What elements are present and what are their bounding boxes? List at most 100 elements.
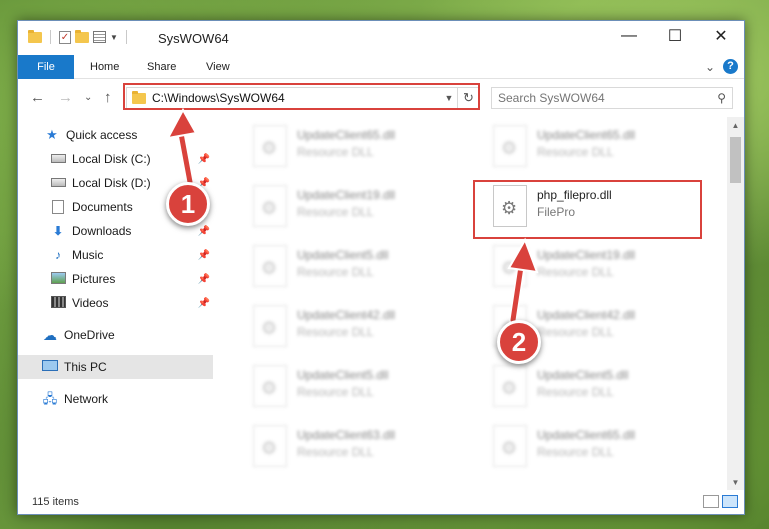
search-box[interactable]: ⚲ bbox=[491, 87, 733, 109]
network-icon: 🖧 bbox=[42, 391, 58, 406]
tab-view[interactable]: View bbox=[192, 55, 244, 79]
file-type: Resource DLL bbox=[537, 385, 614, 399]
target-file-highlight bbox=[473, 180, 702, 239]
search-icon[interactable]: ⚲ bbox=[717, 91, 726, 105]
separator bbox=[125, 30, 127, 44]
sidebar-item-quick-access[interactable]: ★ Quick access bbox=[18, 123, 213, 147]
back-arrow-icon[interactable]: ← bbox=[30, 89, 45, 106]
callout-step-2: 2 bbox=[497, 320, 541, 364]
vertical-scrollbar[interactable]: ▲ ▼ bbox=[727, 117, 744, 491]
close-button[interactable]: ✕ bbox=[698, 21, 744, 51]
expand-ribbon-chevron-icon[interactable]: ⌄ bbox=[705, 60, 715, 74]
scroll-up-icon[interactable]: ▲ bbox=[727, 117, 744, 134]
document-icon bbox=[50, 200, 66, 214]
callout-step-1: 1 bbox=[166, 182, 210, 226]
dll-file-icon: ⚙ bbox=[253, 365, 287, 407]
file-name: UpdateClient19.dll bbox=[297, 188, 396, 202]
dll-file-icon: ⚙ bbox=[493, 245, 527, 287]
pin-icon[interactable]: 📌 bbox=[198, 298, 210, 309]
sidebar-item-this-pc[interactable]: This PC bbox=[18, 355, 213, 379]
dll-file-icon: ⚙ bbox=[253, 185, 287, 227]
file-name: UpdateClient19.dll bbox=[537, 248, 636, 262]
minimize-button[interactable]: — bbox=[606, 21, 652, 51]
separator bbox=[50, 30, 51, 44]
folder-icon bbox=[28, 29, 42, 43]
computer-icon bbox=[42, 360, 58, 374]
file-type: Resource DLL bbox=[297, 265, 374, 279]
pin-icon[interactable]: 📌 bbox=[198, 274, 210, 285]
sidebar-item-label: Pictures bbox=[72, 272, 116, 286]
star-icon: ★ bbox=[46, 127, 58, 142]
item-count: 115 items bbox=[32, 496, 79, 508]
list-item[interactable]: ⚙ UpdateClient5.dll Resource DLL bbox=[243, 243, 473, 295]
status-bar: 115 items bbox=[18, 490, 744, 514]
details-view-icon[interactable] bbox=[703, 495, 719, 508]
dll-file-icon: ⚙ bbox=[253, 245, 287, 287]
list-item[interactable]: ⚙ UpdateClient65.dll Resource DLL bbox=[483, 123, 713, 175]
pictures-icon bbox=[50, 272, 66, 286]
file-type: Resource DLL bbox=[297, 385, 374, 399]
help-icon[interactable]: ? bbox=[723, 59, 738, 74]
list-item[interactable]: ⚙ UpdateClient19.dll Resource DLL bbox=[483, 243, 713, 295]
quick-access-toolbar: ✓ ▼ bbox=[28, 29, 131, 44]
properties-icon[interactable] bbox=[93, 31, 106, 43]
list-item[interactable]: ⚙ UpdateClient63.dll Resource DLL bbox=[243, 423, 473, 475]
download-icon: ⬇ bbox=[52, 224, 64, 238]
pin-icon[interactable]: 📌 bbox=[198, 226, 210, 237]
file-name: UpdateClient5.dll bbox=[297, 368, 389, 382]
list-item[interactable]: ⚙ UpdateClient19.dll Resource DLL bbox=[243, 183, 473, 235]
list-item[interactable]: ⚙ UpdateClient65.dll Resource DLL bbox=[243, 123, 473, 175]
sidebar-item-videos[interactable]: Videos 📌 bbox=[18, 291, 213, 315]
maximize-button[interactable]: ☐ bbox=[652, 21, 698, 51]
tab-file[interactable]: File bbox=[18, 55, 74, 79]
dll-file-icon: ⚙ bbox=[493, 425, 527, 467]
sidebar-item-label: Local Disk (D:) bbox=[72, 176, 151, 190]
pin-icon[interactable]: 📌 bbox=[198, 154, 210, 165]
properties-check-icon[interactable]: ✓ bbox=[59, 30, 71, 44]
file-type: Resource DLL bbox=[537, 325, 614, 339]
videos-icon bbox=[50, 296, 66, 310]
file-name: UpdateClient63.dll bbox=[297, 428, 396, 442]
sidebar-item-local-disk-c[interactable]: Local Disk (C:) 📌 bbox=[18, 147, 213, 171]
file-list: ⚙ UpdateClient65.dll Resource DLL ⚙ Updat… bbox=[223, 121, 728, 491]
file-name: UpdateClient42.dll bbox=[297, 308, 396, 322]
new-folder-icon[interactable] bbox=[75, 29, 89, 43]
address-bar-highlight bbox=[123, 83, 480, 110]
sidebar-item-label: Videos bbox=[72, 296, 109, 310]
dll-file-icon: ⚙ bbox=[253, 305, 287, 347]
dll-file-icon: ⚙ bbox=[253, 125, 287, 167]
list-item[interactable]: ⚙ UpdateClient5.dll Resource DLL bbox=[243, 363, 473, 415]
search-input[interactable] bbox=[498, 91, 718, 105]
list-item[interactable]: ⚙ UpdateClient65.dll Resource DLL bbox=[483, 423, 713, 475]
navigation-pane: ★ Quick access Local Disk (C:) 📌 Local D… bbox=[18, 121, 213, 491]
file-name: UpdateClient5.dll bbox=[537, 368, 629, 382]
tab-home[interactable]: Home bbox=[76, 55, 133, 79]
customize-toolbar-chevron-icon[interactable]: ▼ bbox=[110, 33, 118, 42]
sidebar-item-label: Documents bbox=[72, 200, 133, 214]
sidebar-item-network[interactable]: 🖧 Network bbox=[18, 387, 213, 411]
window-controls: — ☐ ✕ bbox=[606, 21, 744, 51]
window-title: SysWOW64 bbox=[158, 31, 229, 46]
list-item[interactable]: ⚙ UpdateClient5.dll Resource DLL bbox=[483, 363, 713, 415]
recent-locations-chevron-icon[interactable]: ⌄ bbox=[84, 92, 92, 103]
up-arrow-icon[interactable]: ↑ bbox=[104, 89, 112, 106]
file-name: UpdateClient65.dll bbox=[297, 128, 396, 142]
dll-file-icon: ⚙ bbox=[253, 425, 287, 467]
file-name: UpdateClient42.dll bbox=[537, 308, 636, 322]
sidebar-item-music[interactable]: ♪ Music 📌 bbox=[18, 243, 213, 267]
sidebar-item-pictures[interactable]: Pictures 📌 bbox=[18, 267, 213, 291]
tab-share[interactable]: Share bbox=[133, 55, 190, 79]
sidebar-item-label: Quick access bbox=[66, 128, 138, 142]
file-name: UpdateClient65.dll bbox=[537, 428, 636, 442]
sidebar-item-label: Downloads bbox=[72, 224, 132, 238]
file-name: UpdateClient65.dll bbox=[537, 128, 636, 142]
file-type: Resource DLL bbox=[537, 145, 614, 159]
scroll-down-icon[interactable]: ▼ bbox=[727, 474, 744, 491]
forward-arrow-icon[interactable]: → bbox=[58, 89, 73, 106]
pin-icon[interactable]: 📌 bbox=[198, 250, 210, 261]
scroll-thumb[interactable] bbox=[730, 137, 741, 183]
disk-icon bbox=[50, 152, 66, 166]
list-item[interactable]: ⚙ UpdateClient42.dll Resource DLL bbox=[243, 303, 473, 355]
sidebar-item-onedrive[interactable]: ☁ OneDrive bbox=[18, 323, 213, 347]
large-icons-view-icon[interactable] bbox=[722, 495, 738, 508]
